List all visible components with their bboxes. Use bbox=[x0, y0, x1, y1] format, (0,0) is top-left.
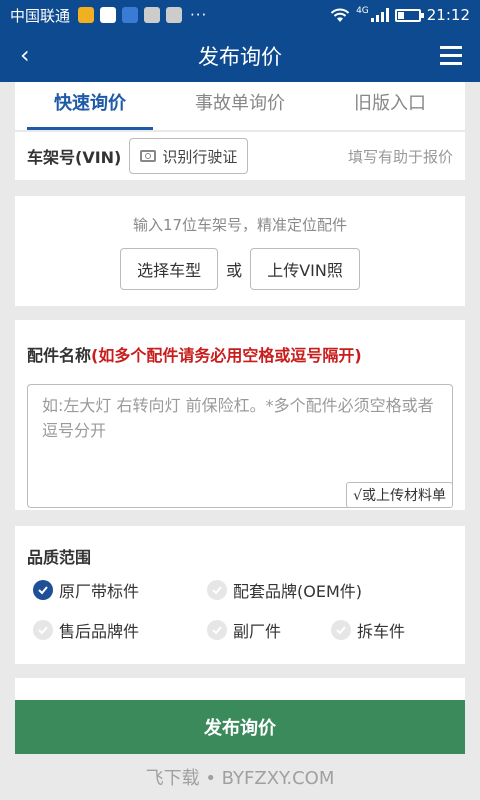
hamburger-menu-icon[interactable] bbox=[440, 46, 462, 70]
submit-inquiry-button[interactable]: 发布询价 bbox=[15, 700, 465, 754]
notification-app-icon bbox=[100, 7, 117, 23]
or-text: 或 bbox=[226, 261, 243, 280]
battery-icon bbox=[394, 8, 424, 22]
vin-hint: 填写有助于报价 bbox=[347, 147, 453, 166]
quality-option-label: 副厂件 bbox=[233, 622, 282, 641]
notification-app-icon bbox=[144, 7, 161, 23]
clock: 21:12 bbox=[426, 6, 470, 24]
quality-option-aftermarket[interactable]: 副厂件 bbox=[207, 618, 281, 642]
parts-heading: 配件名称(如多个配件请务必用空格或逗号隔开) bbox=[27, 342, 453, 366]
checkbox-unchecked-icon bbox=[331, 620, 351, 640]
parts-field: √或上传材料单 bbox=[27, 384, 453, 508]
quality-option-label: 拆车件 bbox=[357, 622, 406, 641]
wifi-icon bbox=[330, 8, 350, 22]
quality-title: 品质范围 bbox=[27, 548, 92, 567]
notification-app-icon bbox=[122, 7, 139, 23]
quality-option-oem-brand[interactable]: 配套品牌(OEM件) bbox=[207, 578, 362, 602]
upload-vin-photo-button[interactable]: 上传VIN照 bbox=[250, 248, 360, 290]
scan-license-label: 识别行驶证 bbox=[162, 147, 238, 166]
page-title: 发布询价 bbox=[198, 45, 282, 69]
vin-input[interactable] bbox=[15, 216, 465, 234]
vin-row: 车架号(VIN) 识别行驶证 填写有助于报价 bbox=[15, 132, 465, 180]
carrier-name: 中国联通 bbox=[10, 6, 71, 25]
quality-option-aftermarket-brand[interactable]: 售后品牌件 bbox=[33, 618, 139, 642]
watermark: 飞下载 • BYFZXY.COM bbox=[145, 768, 335, 789]
quality-option-label: 配套品牌(OEM件) bbox=[233, 582, 362, 601]
quality-option-salvage[interactable]: 拆车件 bbox=[331, 618, 405, 642]
quality-section: 品质范围 原厂带标件 配套品牌(OEM件) 售后品牌件 副厂件 拆车件 bbox=[15, 526, 465, 664]
next-section-peek bbox=[15, 678, 465, 700]
upload-material-list-button[interactable]: √或上传材料单 bbox=[346, 482, 453, 508]
navigation-bar: ‹ 发布询价 bbox=[0, 30, 480, 82]
checkbox-unchecked-icon bbox=[207, 620, 227, 640]
more-notifications: ··· bbox=[190, 6, 208, 24]
checkbox-checked-icon bbox=[33, 580, 53, 600]
network-type: 4G bbox=[356, 6, 369, 16]
parts-note: (如多个配件请务必用空格或逗号隔开) bbox=[91, 346, 362, 365]
scan-license-button[interactable]: 识别行驶证 bbox=[129, 138, 249, 174]
vin-input-block: 选择车型 或 上传VIN照 bbox=[15, 196, 465, 306]
tab-quick-inquiry[interactable]: 快速询价 bbox=[15, 82, 165, 130]
signal-icon bbox=[370, 8, 389, 22]
checkbox-unchecked-icon bbox=[207, 580, 227, 600]
notification-app-icon bbox=[78, 7, 95, 23]
notification-image-icon bbox=[166, 7, 183, 23]
vin-label: 车架号(VIN) bbox=[27, 148, 122, 167]
parts-section: 配件名称(如多个配件请务必用空格或逗号隔开) √或上传材料单 bbox=[15, 320, 465, 510]
tab-legacy-entry[interactable]: 旧版入口 bbox=[315, 82, 465, 130]
parts-label: 配件名称 bbox=[27, 346, 92, 365]
chevron-left-icon[interactable]: ‹ bbox=[20, 42, 30, 68]
quality-option-oem-branded[interactable]: 原厂带标件 bbox=[33, 578, 139, 602]
tab-accident-inquiry[interactable]: 事故单询价 bbox=[165, 82, 315, 130]
quality-option-label: 原厂带标件 bbox=[59, 582, 140, 601]
tab-bar: 快速询价 事故单询价 旧版入口 bbox=[15, 82, 465, 130]
status-bar: 中国联通 ··· 4G 21:12 bbox=[0, 0, 480, 30]
camera-icon bbox=[140, 150, 157, 162]
quality-option-label: 售后品牌件 bbox=[59, 622, 140, 641]
checkbox-unchecked-icon bbox=[33, 620, 53, 640]
select-model-button[interactable]: 选择车型 bbox=[120, 248, 219, 290]
